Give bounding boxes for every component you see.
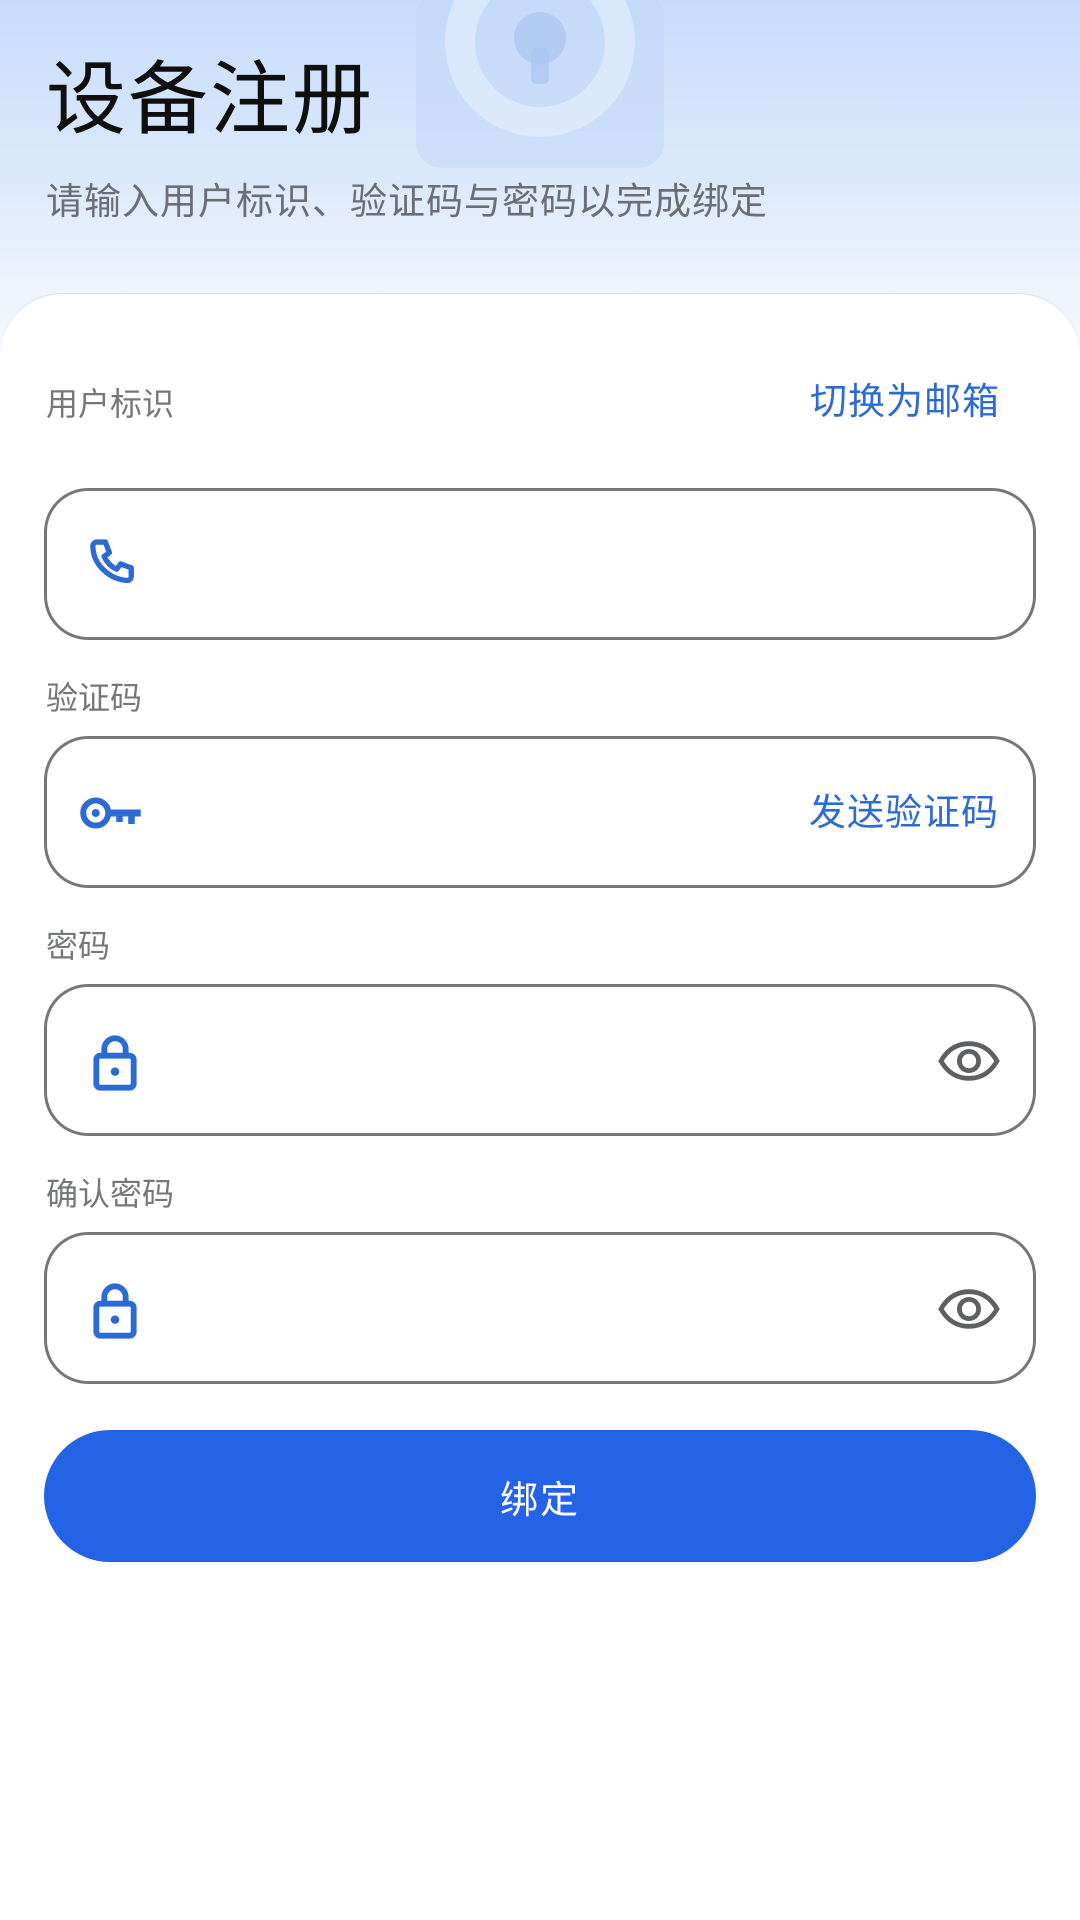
lock-watermark-icon [416, 0, 664, 168]
eye-icon[interactable] [937, 1029, 1001, 1093]
key-icon [80, 797, 141, 829]
password-label: 密码 [46, 927, 111, 965]
confirm-password-label: 确认密码 [46, 1175, 175, 1213]
verification-code-label: 验证码 [46, 679, 143, 717]
user-id-label: 用户标识 [46, 385, 175, 423]
user-id-field[interactable] [44, 488, 1036, 640]
user-id-input[interactable] [197, 521, 821, 609]
page-subtitle: 请输入用户标识、验证码与密码以完成绑定 [46, 180, 768, 223]
send-code-button[interactable]: 发送验证码 [809, 789, 999, 837]
page-title: 设备注册 [46, 53, 374, 146]
lock-icon [93, 1035, 137, 1091]
password-field[interactable] [44, 984, 1036, 1136]
lock-icon [93, 1283, 137, 1339]
password-input[interactable] [197, 1017, 821, 1105]
form-card: 用户标识 切换为邮箱 验证码 发送验证码 密码 确认密码 [0, 294, 1080, 1920]
phone-icon [90, 539, 134, 584]
switch-to-email-link[interactable]: 切换为邮箱 [810, 378, 1000, 426]
confirm-password-field[interactable] [44, 1232, 1036, 1384]
bind-button[interactable]: 绑定 [44, 1430, 1036, 1562]
confirm-password-input[interactable] [197, 1265, 821, 1353]
verification-code-field[interactable]: 发送验证码 [44, 736, 1036, 888]
eye-icon[interactable] [937, 1277, 1001, 1341]
verification-code-input[interactable] [197, 769, 721, 857]
